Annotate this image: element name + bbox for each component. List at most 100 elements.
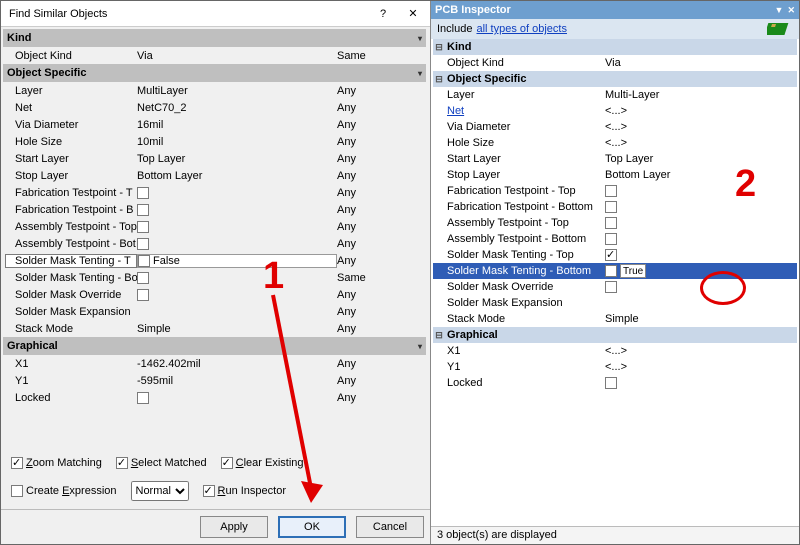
- property-value[interactable]: MultiLayer: [137, 85, 337, 97]
- property-scope[interactable]: Any: [337, 221, 424, 233]
- property-value[interactable]: 10mil: [137, 136, 337, 148]
- inspector-property-value[interactable]: [605, 249, 797, 261]
- inspector-property-value[interactable]: <...>: [605, 137, 797, 149]
- inspector-property-value[interactable]: <...>: [605, 121, 797, 133]
- inspector-row[interactable]: Solder Mask Tenting - Top: [433, 247, 797, 263]
- property-row[interactable]: LockedAny: [3, 389, 426, 406]
- property-row[interactable]: Start LayerTop LayerAny: [3, 150, 426, 167]
- property-scope[interactable]: Any: [337, 238, 424, 250]
- property-row[interactable]: Solder Mask Tenting - TFalseAny: [3, 252, 426, 269]
- checkbox-icon[interactable]: [11, 457, 23, 469]
- property-row[interactable]: Solder Mask Tenting - BoSame: [3, 269, 426, 286]
- create-expression-option[interactable]: Create Expression: [11, 485, 117, 497]
- property-row[interactable]: Via Diameter16milAny: [3, 116, 426, 133]
- property-value[interactable]: [137, 289, 337, 301]
- property-value[interactable]: 16mil: [137, 119, 337, 131]
- inspector-property-value[interactable]: <...>: [605, 105, 797, 117]
- inspector-section-header[interactable]: ⊟Kind: [433, 39, 797, 55]
- property-scope[interactable]: Any: [337, 119, 424, 131]
- inspector-row[interactable]: Solder Mask Expansion: [433, 295, 797, 311]
- run-inspector-option[interactable]: Run Inspector: [203, 485, 287, 497]
- inspector-row[interactable]: X1<...>: [433, 343, 797, 359]
- property-value[interactable]: Via: [137, 50, 337, 62]
- property-value[interactable]: Top Layer: [137, 153, 337, 165]
- close-icon[interactable]: ✕: [787, 5, 795, 16]
- ok-button[interactable]: OK: [278, 516, 346, 538]
- checkbox-icon[interactable]: [203, 485, 215, 497]
- property-row[interactable]: Hole Size10milAny: [3, 133, 426, 150]
- checkbox-icon[interactable]: [605, 201, 617, 213]
- checkbox-icon[interactable]: [137, 289, 149, 301]
- checkbox-icon[interactable]: [605, 377, 617, 389]
- property-row[interactable]: Y1-595milAny: [3, 372, 426, 389]
- property-row[interactable]: Fabrication Testpoint - TAny: [3, 184, 426, 201]
- inspector-property-value[interactable]: Multi-Layer: [605, 89, 797, 101]
- inspector-property-value[interactable]: True: [605, 264, 797, 278]
- checkbox-icon[interactable]: [221, 457, 233, 469]
- inspector-row[interactable]: Y1<...>: [433, 359, 797, 375]
- inspector-property-value[interactable]: Bottom Layer: [605, 169, 797, 181]
- inspector-row[interactable]: Assembly Testpoint - Bottom: [433, 231, 797, 247]
- checkbox-icon[interactable]: [137, 187, 149, 199]
- property-row[interactable]: Stop LayerBottom LayerAny: [3, 167, 426, 184]
- checkbox-icon[interactable]: [605, 249, 617, 261]
- inspector-property-value[interactable]: <...>: [605, 361, 797, 373]
- property-value[interactable]: [137, 392, 337, 404]
- property-scope[interactable]: Any: [337, 187, 424, 199]
- property-value[interactable]: False: [137, 254, 337, 268]
- property-scope[interactable]: Any: [337, 375, 424, 387]
- property-row[interactable]: Solder Mask OverrideAny: [3, 286, 426, 303]
- cancel-button[interactable]: Cancel: [356, 516, 424, 538]
- close-button[interactable]: ✕: [398, 3, 428, 25]
- property-value[interactable]: -1462.402mil: [137, 358, 337, 370]
- inspector-row[interactable]: Start LayerTop Layer: [433, 151, 797, 167]
- inspector-row[interactable]: Via Diameter<...>: [433, 119, 797, 135]
- property-value[interactable]: [137, 204, 337, 216]
- checkbox-icon[interactable]: [605, 281, 617, 293]
- checkbox-icon[interactable]: [137, 204, 149, 216]
- section-header[interactable]: Object Specific▾: [3, 64, 426, 82]
- inspector-section-header[interactable]: ⊟Graphical: [433, 327, 797, 343]
- inspector-row[interactable]: Solder Mask Override: [433, 279, 797, 295]
- help-button[interactable]: ?: [368, 3, 398, 25]
- property-value[interactable]: [137, 272, 337, 284]
- property-row[interactable]: Stack ModeSimpleAny: [3, 320, 426, 337]
- checkbox-icon[interactable]: [137, 238, 149, 250]
- inspector-row[interactable]: Fabrication Testpoint - Bottom: [433, 199, 797, 215]
- inspector-row[interactable]: Object KindVia: [433, 55, 797, 71]
- checkbox-icon[interactable]: [116, 457, 128, 469]
- property-value[interactable]: Bottom Layer: [137, 170, 337, 182]
- inspector-row[interactable]: Stack ModeSimple: [433, 311, 797, 327]
- zoom-matching-option[interactable]: Zoom Matching: [11, 457, 102, 469]
- inspector-row[interactable]: LayerMulti-Layer: [433, 87, 797, 103]
- inspector-row[interactable]: Stop LayerBottom Layer: [433, 167, 797, 183]
- property-scope[interactable]: Any: [337, 289, 424, 301]
- checkbox-icon[interactable]: [11, 485, 23, 497]
- property-row[interactable]: NetNetC70_2Any: [3, 99, 426, 116]
- checkbox-icon[interactable]: [605, 265, 617, 277]
- checkbox-icon[interactable]: [605, 217, 617, 229]
- inspector-property-value[interactable]: <...>: [605, 345, 797, 357]
- include-types-link[interactable]: all types of objects: [476, 23, 567, 35]
- checkbox-icon[interactable]: [137, 221, 149, 233]
- property-scope[interactable]: Any: [337, 153, 424, 165]
- inspector-row[interactable]: Net<...>: [433, 103, 797, 119]
- property-scope[interactable]: Any: [337, 358, 424, 370]
- clear-existing-option[interactable]: Clear Existing: [221, 457, 304, 469]
- checkbox-icon[interactable]: [137, 272, 149, 284]
- property-scope[interactable]: Same: [337, 272, 424, 284]
- checkbox-icon[interactable]: [138, 255, 150, 267]
- property-scope[interactable]: Any: [337, 255, 424, 267]
- inspector-property-value[interactable]: [605, 185, 797, 197]
- section-header[interactable]: Graphical▾: [3, 337, 426, 355]
- inspector-row[interactable]: Hole Size<...>: [433, 135, 797, 151]
- inspector-property-value[interactable]: [605, 377, 797, 389]
- apply-button[interactable]: Apply: [200, 516, 268, 538]
- section-header[interactable]: Kind▾: [3, 29, 426, 47]
- inspector-property-value[interactable]: [605, 217, 797, 229]
- dropdown-icon[interactable]: ▼: [775, 5, 784, 16]
- checkbox-icon[interactable]: [137, 392, 149, 404]
- property-value[interactable]: [137, 221, 337, 233]
- inspector-row[interactable]: Assembly Testpoint - Top: [433, 215, 797, 231]
- inspector-property-value[interactable]: Top Layer: [605, 153, 797, 165]
